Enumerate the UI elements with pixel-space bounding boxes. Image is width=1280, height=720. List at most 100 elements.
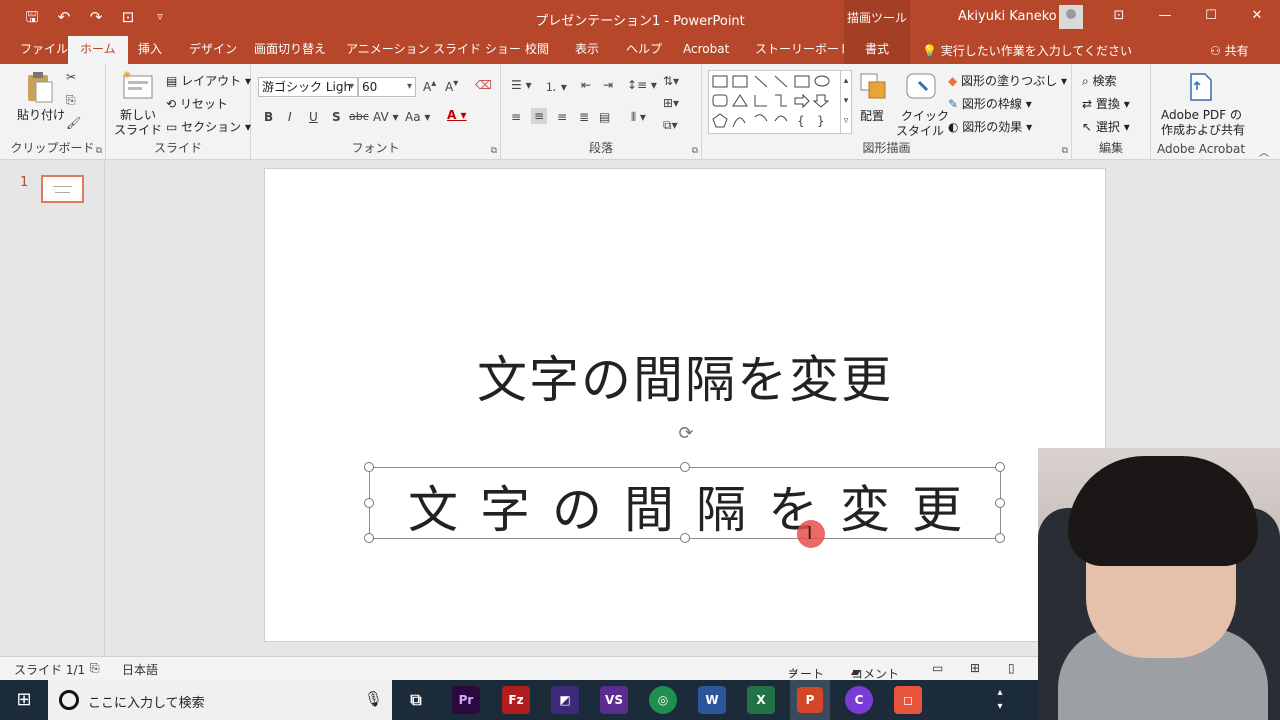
excel-icon[interactable]: X — [747, 686, 775, 714]
align-left-icon[interactable]: ≡ — [511, 110, 521, 124]
avatar[interactable] — [1059, 5, 1083, 29]
tab-view[interactable]: 表示 — [563, 36, 611, 64]
align-center-icon[interactable]: ≡ — [531, 108, 548, 124]
tab-home[interactable]: ホーム — [68, 36, 128, 64]
bullets-icon[interactable]: ☰ ▾ — [511, 78, 532, 92]
normal-view-icon[interactable]: ▭ — [932, 661, 943, 675]
arrange-button[interactable]: 配置 — [860, 107, 884, 124]
grow-font-icon[interactable]: A▴ — [423, 78, 436, 94]
justify-icon[interactable]: ≣ — [579, 110, 589, 124]
dialog-launcher-icon[interactable]: ⧉ — [1062, 146, 1068, 156]
pdf-create-icon[interactable] — [1187, 72, 1217, 102]
language-indicator[interactable]: 日本語 — [122, 661, 158, 678]
shape-fill-button[interactable]: ◆ 図形の塗りつぶし ▾ — [948, 72, 1067, 89]
clear-formatting-icon[interactable]: ⌫ — [475, 78, 492, 92]
tab-help[interactable]: ヘルプ — [614, 36, 674, 64]
gallery-scroll-icon[interactable]: ▴ ▾ ▿ — [840, 70, 852, 134]
italic-button[interactable]: I — [288, 110, 292, 124]
camo-icon[interactable]: C — [845, 686, 873, 714]
copy-icon[interactable]: ⎘ — [66, 93, 76, 108]
close-icon[interactable]: ✕ — [1234, 0, 1280, 32]
ribbon-display-options-icon[interactable]: ⊡ — [1096, 0, 1142, 32]
strikethrough-button[interactable]: abc — [349, 110, 369, 123]
line-spacing-icon[interactable]: ↕≡ ▾ — [627, 78, 657, 92]
tab-insert[interactable]: 挿入 — [126, 36, 174, 64]
font-name-select[interactable]: 游ゴシック Ligh ▾ — [258, 77, 358, 97]
microphone-icon[interactable]: 🎙 — [364, 690, 383, 708]
dialog-launcher-icon[interactable]: ⧉ — [96, 146, 102, 156]
tab-acrobat[interactable]: Acrobat — [671, 36, 741, 64]
user-name[interactable]: Akiyuki Kaneko — [958, 9, 1057, 24]
change-case-button[interactable]: Aa ▾ — [405, 110, 430, 124]
word-icon[interactable]: W — [698, 686, 726, 714]
select-button[interactable]: ↖ 選択 ▾ — [1082, 118, 1130, 135]
overflow-arrows-icon[interactable]: ▴ ▾ — [990, 686, 1010, 714]
spaced-text[interactable]: 文字の間隔を変更 — [369, 470, 1001, 542]
paste-button[interactable]: 貼り付け — [17, 106, 65, 123]
shape-outline-button[interactable]: ✎ 図形の枠線 ▾ — [948, 95, 1032, 112]
text-direction-icon[interactable]: ⇅▾ — [663, 74, 679, 88]
present-icon[interactable]: ⊡ — [116, 6, 140, 28]
font-size-select[interactable]: 60 ▾ — [358, 77, 416, 97]
reading-view-icon[interactable]: ▯ — [1008, 661, 1015, 675]
spell-check-icon[interactable]: ⎘ — [90, 661, 100, 676]
customize-qat-icon[interactable]: ▿ — [148, 6, 172, 28]
premiere-icon[interactable]: Pr — [452, 686, 480, 714]
character-spacing-button[interactable]: AV ▾ — [373, 110, 399, 124]
tell-me-search[interactable]: 💡 実行したい作業を入力してください — [922, 42, 1132, 59]
filezilla-icon[interactable]: Fz — [502, 686, 530, 714]
increase-indent-icon[interactable]: ⇥ — [603, 78, 613, 92]
columns-icon[interactable]: ⫴ ▾ — [631, 110, 646, 125]
layout-button[interactable]: ▤ レイアウト ▾ — [166, 72, 251, 89]
new-slide-label-2[interactable]: スライド — [114, 121, 162, 138]
powerpoint-taskbar-button[interactable]: P — [790, 680, 830, 720]
redo-icon[interactable]: ↷ — [84, 6, 108, 28]
visual-studio-icon[interactable]: VS — [600, 686, 628, 714]
chrome-icon[interactable]: ◎ — [649, 686, 677, 714]
share-button[interactable]: ⚇ 共有 — [1210, 42, 1249, 59]
arrange-icon[interactable] — [859, 72, 889, 102]
rotate-handle-icon[interactable]: ⟳ — [676, 424, 696, 444]
reset-button[interactable]: ⟲ リセット — [166, 95, 228, 112]
media-encoder-icon[interactable]: ◩ — [551, 686, 579, 714]
slide-sorter-icon[interactable]: ⊞ — [970, 661, 980, 675]
decrease-indent-icon[interactable]: ⇤ — [581, 78, 591, 92]
windows-start-icon[interactable]: ⊞ — [0, 680, 48, 720]
new-slide-icon[interactable]: ✷ — [122, 68, 153, 100]
collapse-ribbon-icon[interactable]: ︿ — [1259, 144, 1269, 159]
cut-icon[interactable]: ✂ — [66, 70, 76, 84]
underline-button[interactable]: U — [309, 110, 318, 124]
format-painter-icon[interactable]: 🖌 — [66, 116, 81, 130]
numbering-icon[interactable]: ⒈ ▾ — [545, 78, 567, 95]
shape-effects-button[interactable]: ◐ 図形の効果 ▾ — [948, 118, 1032, 135]
slide-title-text[interactable]: 文字の間隔を変更 — [264, 340, 1106, 412]
distribute-icon[interactable]: ▤ — [599, 110, 610, 124]
quick-style-label-2[interactable]: スタイル — [896, 122, 944, 139]
align-text-icon[interactable]: ⊞▾ — [663, 96, 679, 110]
taskbar-search[interactable]: ここに入力して検索 🎙 — [48, 680, 392, 720]
font-color-icon[interactable]: A ▾ — [447, 108, 467, 122]
paste-icon[interactable] — [24, 72, 54, 103]
quick-style-icon[interactable] — [905, 70, 936, 100]
camtasia-icon[interactable]: ◻ — [894, 686, 922, 714]
find-button[interactable]: ⌕ 検索 — [1082, 72, 1117, 89]
shapes-gallery[interactable]: {} — [708, 70, 848, 134]
align-right-icon[interactable]: ≡ — [557, 110, 567, 124]
tab-review[interactable]: 校閲 — [513, 36, 561, 64]
bold-button[interactable]: B — [264, 110, 273, 124]
smartart-icon[interactable]: ⧉▾ — [663, 118, 678, 133]
shadow-button[interactable]: S — [332, 110, 341, 124]
save-icon[interactable]: 🖫 — [20, 6, 44, 28]
minimize-icon[interactable]: — — [1142, 0, 1188, 32]
task-view-icon[interactable]: ⧉ — [402, 686, 430, 714]
dialog-launcher-icon[interactable]: ⧉ — [491, 146, 497, 156]
maximize-icon[interactable]: ☐ — [1188, 0, 1234, 32]
tab-format[interactable]: 書式 — [844, 36, 910, 64]
shrink-font-icon[interactable]: A▾ — [445, 78, 458, 94]
tab-design[interactable]: デザイン — [177, 36, 249, 64]
section-button[interactable]: ▭ セクション ▾ — [166, 118, 251, 135]
undo-icon[interactable]: ↶ — [52, 6, 76, 28]
tab-transitions[interactable]: 画面切り替え — [242, 36, 338, 64]
dialog-launcher-icon[interactable]: ⧉ — [692, 146, 698, 156]
replace-button[interactable]: ⇄ 置換 ▾ — [1082, 95, 1130, 112]
